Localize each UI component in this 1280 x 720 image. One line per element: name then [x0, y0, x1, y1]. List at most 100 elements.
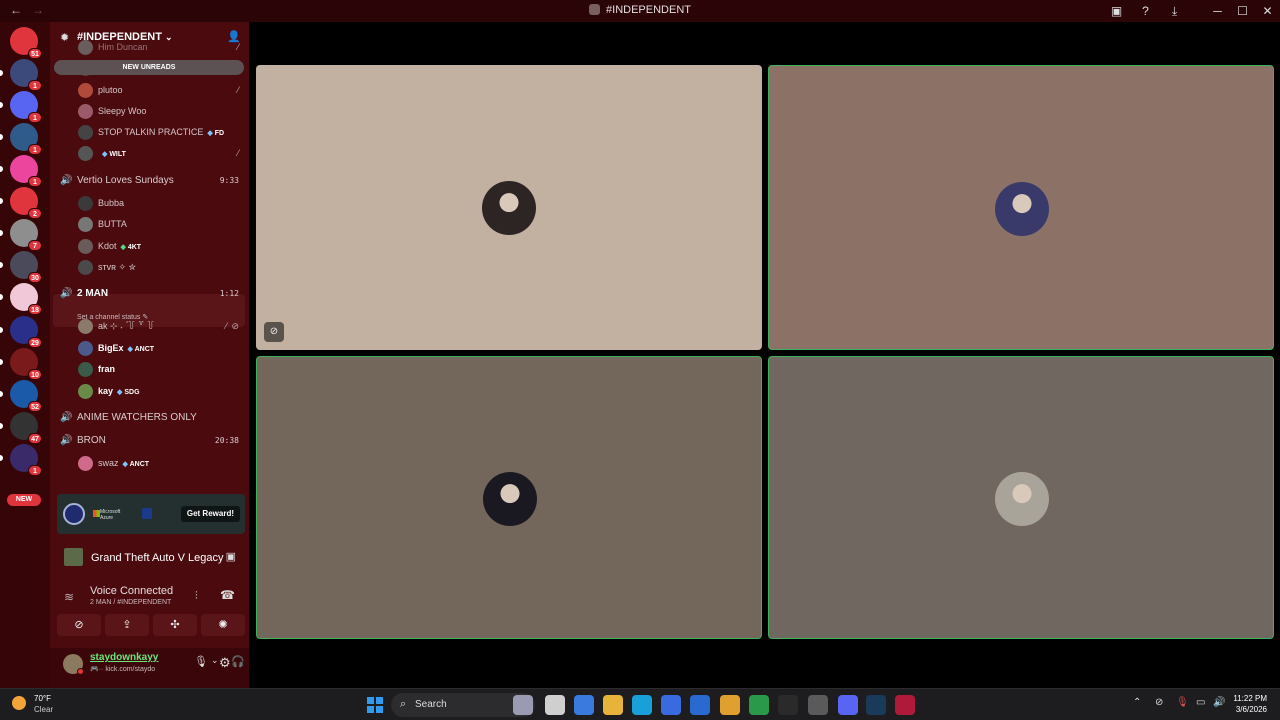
- edge-icon[interactable]: [632, 695, 652, 715]
- avatar: [78, 195, 93, 211]
- member-name: fran: [98, 364, 115, 374]
- soundboard-icon[interactable]: ✺: [201, 614, 245, 636]
- voice-member[interactable]: BigEx ◆ ANCT: [50, 338, 249, 358]
- file-explorer-icon[interactable]: [603, 695, 623, 715]
- settings-gear-icon[interactable]: ⚙: [219, 655, 231, 671]
- avatar: [78, 216, 93, 232]
- noise-suppression-icon[interactable]: ⫶: [195, 590, 198, 603]
- close-button[interactable]: ✕: [1255, 4, 1280, 18]
- server-icon-6[interactable]: 2: [10, 187, 42, 219]
- channel-name: BRON: [77, 434, 106, 446]
- server-icon-12[interactable]: 52: [10, 380, 42, 412]
- volume-icon[interactable]: 🔊: [1213, 697, 1225, 708]
- server-icon-4[interactable]: 1: [10, 123, 42, 155]
- share-screen-icon[interactable]: ⇪: [105, 614, 149, 636]
- server-icon-11[interactable]: 10: [10, 348, 42, 380]
- voice-status[interactable]: Voice Connected: [90, 585, 173, 597]
- voice-member[interactable]: BUTTA: [50, 214, 249, 234]
- server-icon-14[interactable]: 1: [10, 444, 42, 476]
- steam-icon[interactable]: [866, 695, 886, 715]
- guild-tag-icon: ◆: [127, 346, 135, 353]
- task-view-icon[interactable]: [545, 695, 565, 715]
- mic-tray-icon[interactable]: 🎙: [1176, 697, 1189, 708]
- member-name-text: swaz: [98, 458, 119, 468]
- tray-overflow-icon[interactable]: ⌃: [1133, 697, 1141, 708]
- voice-member[interactable]: STOP TALKIN PRACTICE ◆ FD: [50, 122, 249, 142]
- voice-member[interactable]: sтvʀ ✧ ✮: [50, 257, 249, 277]
- disconnect-icon[interactable]: ☎: [220, 588, 235, 602]
- member-name: Sleepy Woo: [98, 106, 146, 116]
- server-icon-9[interactable]: 18: [10, 283, 42, 315]
- stream-game-icon[interactable]: ▣: [226, 550, 236, 563]
- download-icon[interactable]: ⤓: [1160, 4, 1189, 19]
- server-icon-3[interactable]: 1: [10, 91, 42, 123]
- voice-member[interactable]: swaz ◆ ANCT: [50, 453, 249, 473]
- member-name: Him Duncan: [98, 42, 148, 52]
- server-icon-7[interactable]: 7: [10, 219, 42, 251]
- obs-icon[interactable]: [778, 695, 798, 715]
- outlook-icon[interactable]: [690, 695, 710, 715]
- voice-member[interactable]: Bubba: [50, 193, 249, 213]
- voice-member[interactable]: Kdot ◆ 4KT: [50, 236, 249, 256]
- headphones-icon[interactable]: 🎧: [231, 655, 245, 668]
- camera-off-icon[interactable]: ⊘: [57, 614, 101, 636]
- minimize-button[interactable]: ─: [1205, 4, 1230, 18]
- video-tile[interactable]: [768, 65, 1274, 350]
- video-tile[interactable]: [256, 356, 762, 639]
- channel-status-link[interactable]: Set a channel status ✎: [77, 313, 148, 321]
- guild-tag: ◆ WILT: [102, 151, 126, 158]
- server-icon-2[interactable]: 1: [10, 59, 42, 91]
- help-icon[interactable]: ?: [1131, 4, 1160, 18]
- voice-channel[interactable]: 🔊 Vertio Loves Sundays 9:33: [50, 170, 249, 190]
- voice-member[interactable]: ◆ WILT ⁄: [50, 143, 249, 163]
- copilot-icon[interactable]: [513, 695, 533, 715]
- new-unreads-banner[interactable]: NEW UNREADS: [54, 60, 244, 75]
- voice-member[interactable]: plutoo ⁄: [50, 80, 249, 100]
- server-icon-10[interactable]: 29: [10, 316, 42, 348]
- activities-icon[interactable]: ✣: [153, 614, 197, 636]
- avatar: [78, 39, 93, 55]
- app-icon[interactable]: [808, 695, 828, 715]
- promo-banner[interactable]: Microsoft Azure Get Reward!: [57, 494, 245, 534]
- unread-badge: 18: [28, 304, 42, 315]
- screen-share-icon[interactable]: ▣: [1102, 4, 1131, 18]
- unread-badge: 2: [28, 208, 42, 219]
- server-icon-5[interactable]: 1: [10, 155, 42, 187]
- unread-badge: 51: [28, 48, 42, 59]
- unread-badge: 1: [28, 80, 42, 91]
- taskbar-clock[interactable]: 11:22 PM 3/6/2026: [1233, 693, 1267, 715]
- new-servers-pill[interactable]: NEW: [7, 494, 41, 506]
- signal-icon[interactable]: ≋: [64, 590, 74, 604]
- video-tile[interactable]: [768, 356, 1274, 639]
- voice-member[interactable]: Him Duncan ⁄: [50, 37, 249, 57]
- chrome-icon[interactable]: [720, 695, 740, 715]
- unread-pill: [0, 423, 3, 429]
- voice-channel[interactable]: 🔊 2 MAN 1:12: [50, 283, 249, 303]
- maximize-button[interactable]: ☐: [1230, 4, 1255, 18]
- guild-tag: ◆ FD: [207, 130, 225, 137]
- voice-member[interactable]: kay ◆ SDG: [50, 381, 249, 401]
- get-reward-button[interactable]: Get Reward!: [180, 506, 240, 522]
- display-icon[interactable]: ▭: [1196, 697, 1205, 708]
- store-icon[interactable]: [661, 695, 681, 715]
- username[interactable]: staydownkayy: [90, 652, 158, 663]
- microphone-icon[interactable]: 🎙: [194, 655, 208, 668]
- m365-icon[interactable]: [574, 695, 594, 715]
- server-icon-8[interactable]: 30: [10, 251, 42, 283]
- guild-tag-icon: ◆: [207, 130, 215, 137]
- voice-channel[interactable]: 🔊 ANIME WATCHERS ONLY: [50, 407, 249, 427]
- server-icon-1[interactable]: 51: [10, 27, 42, 59]
- video-tile[interactable]: ⊘: [256, 65, 762, 350]
- member-name-text: fran: [98, 364, 116, 374]
- voice-member[interactable]: fran: [50, 359, 249, 379]
- app-active-icon[interactable]: [895, 695, 915, 715]
- windows-start-icon[interactable]: [367, 697, 383, 713]
- mic-options-chevron-icon[interactable]: ⌄: [211, 655, 219, 666]
- sheets-icon[interactable]: [749, 695, 769, 715]
- voice-channel[interactable]: 🔊 BRON 20:38: [50, 430, 249, 450]
- discord-icon[interactable]: [838, 695, 858, 715]
- server-icon-13[interactable]: 47: [10, 412, 42, 444]
- voice-location[interactable]: 2 MAN / #INDEPENDENT: [90, 599, 171, 606]
- network-icon[interactable]: ⊘: [1155, 697, 1163, 708]
- voice-member[interactable]: Sleepy Woo: [50, 101, 249, 121]
